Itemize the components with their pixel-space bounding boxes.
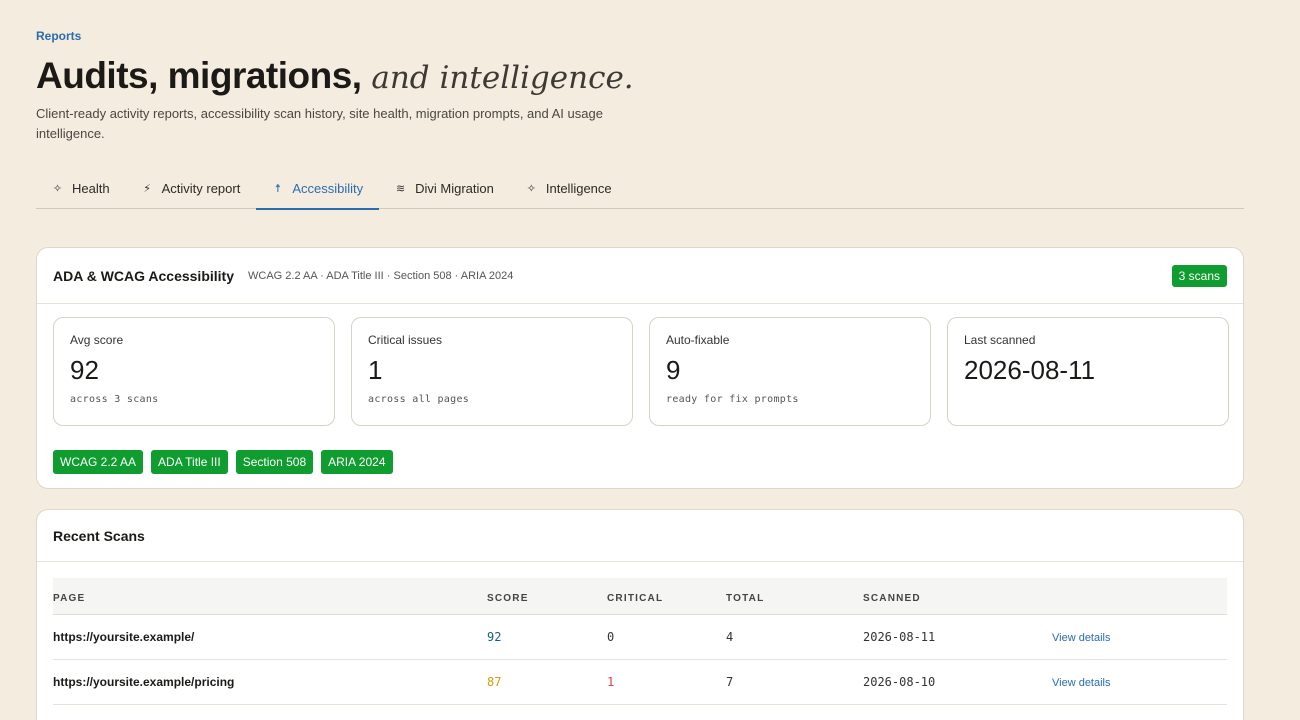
stat-value: 2026-08-11 <box>964 355 1096 385</box>
tag-section-508: Section 508 <box>235 450 314 474</box>
tab-divi-migration[interactable]: ≋ Divi Migration <box>379 167 510 209</box>
tab-intelligence[interactable]: ✧ Intelligence <box>510 167 628 209</box>
tag-aria: ARIA 2024 <box>321 450 393 474</box>
row-score: 92 <box>487 630 502 644</box>
table-row: https://yoursite.example/ 92 0 4 2026-08… <box>53 615 1227 660</box>
page-subtitle: Client-ready activity reports, accessibi… <box>36 106 603 141</box>
column-header-page: PAGE <box>53 593 86 604</box>
stat-note: ready for fix prompts <box>666 394 799 405</box>
row-scanned-date: 2026-08-10 <box>863 675 936 689</box>
column-header-critical: CRITICAL <box>607 593 664 604</box>
table-row: https://yoursite.example/pricing 87 1 7 … <box>53 660 1227 705</box>
view-details-link[interactable]: View details <box>1052 632 1111 644</box>
tab-label: Divi Migration <box>415 180 494 196</box>
stat-critical-issues: Critical issues 1 across all pages <box>351 317 633 426</box>
recent-scans-header: Recent Scans <box>37 510 1243 562</box>
stats-row: Avg score 92 across 3 scans Critical iss… <box>53 317 1229 426</box>
scan-count-badge: 3 scans <box>1171 264 1227 287</box>
tab-label: Activity report <box>161 180 241 196</box>
layers-icon: ≋ <box>396 182 406 195</box>
row-critical: 1 <box>607 675 615 689</box>
tag-wcag: WCAG 2.2 AA <box>53 450 144 474</box>
column-header-total: TOTAL <box>726 593 765 604</box>
row-score: 87 <box>487 675 502 689</box>
scans-table: PAGE SCORE CRITICAL TOTAL SCANNED https:… <box>53 578 1227 705</box>
stat-value: 9 <box>666 355 681 385</box>
sparkle-icon: ✧ <box>526 182 536 195</box>
stat-note: across all pages <box>368 394 470 405</box>
tab-label: Accessibility <box>292 180 364 196</box>
row-page-url: https://yoursite.example/ <box>53 630 195 644</box>
sparkle-icon: ✧ <box>52 182 63 195</box>
tag-ada: ADA Title III <box>151 450 228 474</box>
breadcrumb-reports[interactable]: Reports <box>36 29 81 43</box>
column-header-score: SCORE <box>487 593 529 604</box>
accessibility-card-title: ADA & WCAG Accessibility <box>53 267 234 284</box>
accessibility-icon: ☨ <box>274 182 281 195</box>
column-header-scanned: SCANNED <box>863 593 921 604</box>
stat-auto-fixable: Auto-fixable 9 ready for fix prompts <box>649 317 931 426</box>
table-header: PAGE SCORE CRITICAL TOTAL SCANNED <box>53 578 1227 615</box>
recent-scans-title: Recent Scans <box>53 527 145 544</box>
tab-accessibility[interactable]: ☨ Accessibility <box>256 167 379 210</box>
stat-label: Auto-fixable <box>666 333 730 347</box>
tab-health[interactable]: ✧ Health <box>36 167 126 209</box>
page-title-main: Audits, migrations, <box>36 55 362 96</box>
stat-value: 92 <box>70 355 99 385</box>
page-title-italic: and intelligence. <box>371 60 634 96</box>
tab-label: Health <box>72 180 110 196</box>
stat-note: across 3 scans <box>70 394 159 405</box>
row-total: 4 <box>726 630 734 644</box>
row-total: 7 <box>726 675 734 689</box>
recent-scans-card: Recent Scans PAGE SCORE CRITICAL TOTAL S… <box>36 509 1244 720</box>
view-details-link[interactable]: View details <box>1052 677 1111 689</box>
row-critical: 0 <box>607 630 615 644</box>
report-tabs: ✧ Health ⚡ Activity report ☨ Accessibili… <box>36 167 1244 210</box>
stat-last-scanned: Last scanned 2026-08-11 <box>947 317 1229 426</box>
stat-label: Last scanned <box>964 333 1036 347</box>
row-scanned-date: 2026-08-11 <box>863 630 936 644</box>
stat-avg-score: Avg score 92 across 3 scans <box>53 317 335 426</box>
stat-label: Critical issues <box>368 333 443 347</box>
page-title: Audits, migrations, and intelligence. <box>36 55 634 97</box>
stat-value: 1 <box>368 355 383 385</box>
standards-line: WCAG 2.2 AA · ADA Title III · Section 50… <box>248 269 514 282</box>
standards-tags: WCAG 2.2 AA ADA Title III Section 508 AR… <box>53 450 393 474</box>
stat-label: Avg score <box>70 333 124 347</box>
accessibility-card-header: ADA & WCAG Accessibility WCAG 2.2 AA · A… <box>37 248 1243 304</box>
accessibility-card: ADA & WCAG Accessibility WCAG 2.2 AA · A… <box>36 247 1244 489</box>
tab-label: Intelligence <box>545 180 612 196</box>
bolt-icon: ⚡ <box>143 182 151 195</box>
row-page-url: https://yoursite.example/pricing <box>53 675 235 689</box>
tab-activity-report[interactable]: ⚡ Activity report <box>126 167 257 209</box>
